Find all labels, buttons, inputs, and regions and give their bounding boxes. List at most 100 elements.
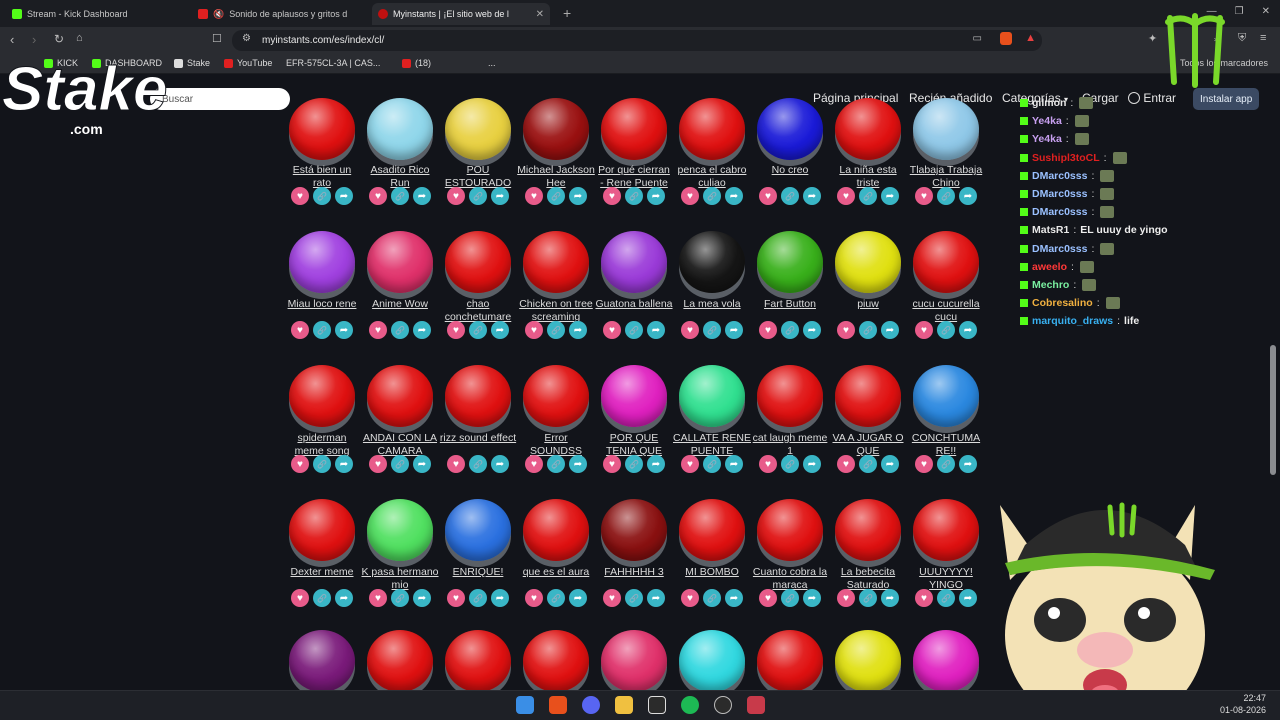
- chat-username[interactable]: Mechro: [1032, 276, 1069, 294]
- link-icon[interactable]: 🔗: [391, 321, 409, 339]
- link-icon[interactable]: 🔗: [469, 455, 487, 473]
- chat-username[interactable]: DMarc0sss: [1032, 167, 1087, 185]
- link-icon[interactable]: 🔗: [703, 187, 721, 205]
- heart-icon[interactable]: ♥: [681, 455, 699, 473]
- instant-play-button[interactable]: [523, 98, 589, 160]
- instant-title-link[interactable]: Fart Button: [751, 298, 829, 311]
- link-icon[interactable]: 🔗: [313, 455, 331, 473]
- instant-title-link[interactable]: La mea vola: [673, 298, 751, 311]
- home-icon[interactable]: ⌂: [76, 32, 83, 44]
- share-icon[interactable]: ➦: [569, 321, 587, 339]
- share-icon[interactable]: ➦: [803, 455, 821, 473]
- share-icon[interactable]: ➦: [335, 589, 353, 607]
- share-icon[interactable]: ➦: [803, 187, 821, 205]
- instant-play-button[interactable]: [601, 365, 667, 427]
- instant-play-button[interactable]: [757, 365, 823, 427]
- link-icon[interactable]: 🔗: [781, 589, 799, 607]
- share-icon[interactable]: ➦: [569, 187, 587, 205]
- share-icon[interactable]: ➦: [803, 321, 821, 339]
- instant-title-link[interactable]: Dexter meme: [283, 566, 361, 579]
- shield-icon[interactable]: ⛨: [1238, 32, 1246, 45]
- instant-play-button[interactable]: [913, 98, 979, 160]
- windows-start-icon[interactable]: [516, 696, 534, 714]
- heart-icon[interactable]: ♥: [369, 321, 387, 339]
- share-icon[interactable]: ➦: [725, 455, 743, 473]
- instant-play-button[interactable]: [523, 499, 589, 561]
- heart-icon[interactable]: ♥: [681, 321, 699, 339]
- instant-play-button[interactable]: [835, 98, 901, 160]
- bookmark-icon[interactable]: ☐: [212, 32, 222, 45]
- link-icon[interactable]: 🔗: [391, 589, 409, 607]
- instant-title-link[interactable]: Miau loco rene: [283, 298, 361, 311]
- heart-icon[interactable]: ♥: [291, 187, 309, 205]
- share-icon[interactable]: ➦: [959, 321, 977, 339]
- instant-play-button[interactable]: [835, 365, 901, 427]
- instant-play-button[interactable]: [913, 231, 979, 293]
- heart-icon[interactable]: ♥: [369, 589, 387, 607]
- maximize-icon[interactable]: ❐: [1235, 6, 1244, 17]
- instant-play-button[interactable]: [757, 231, 823, 293]
- share-icon[interactable]: ➦: [647, 321, 665, 339]
- heart-icon[interactable]: ♥: [915, 589, 933, 607]
- share-icon[interactable]: ➦: [803, 589, 821, 607]
- heart-icon[interactable]: ♥: [759, 455, 777, 473]
- link-icon[interactable]: 🔗: [859, 321, 877, 339]
- share-icon[interactable]: ➦: [335, 187, 353, 205]
- instant-play-button[interactable]: [289, 98, 355, 160]
- bookmark-casio[interactable]: EFR-575CL-3A | CAS...: [286, 58, 380, 68]
- heart-icon[interactable]: ♥: [525, 187, 543, 205]
- instant-play-button[interactable]: [601, 98, 667, 160]
- tab-aplausos[interactable]: 🔇 Sonido de aplausos y gritos d: [192, 3, 364, 25]
- link-icon[interactable]: 🔗: [313, 187, 331, 205]
- link-icon[interactable]: 🔗: [859, 455, 877, 473]
- share-icon[interactable]: ➦: [569, 455, 587, 473]
- link-icon[interactable]: 🔗: [547, 321, 565, 339]
- steam-icon[interactable]: [714, 696, 732, 714]
- heart-icon[interactable]: ♥: [447, 589, 465, 607]
- heart-icon[interactable]: ♥: [915, 187, 933, 205]
- instant-play-button[interactable]: [289, 365, 355, 427]
- link-icon[interactable]: 🔗: [547, 455, 565, 473]
- share-icon[interactable]: ➦: [725, 187, 743, 205]
- share-icon[interactable]: ➦: [491, 589, 509, 607]
- instant-play-button[interactable]: [367, 630, 433, 692]
- heart-icon[interactable]: ♥: [681, 187, 699, 205]
- instant-title-link[interactable]: Guatona ballena: [595, 298, 673, 311]
- instant-play-button[interactable]: [757, 630, 823, 692]
- share-icon[interactable]: ➦: [881, 187, 899, 205]
- heart-icon[interactable]: ♥: [603, 187, 621, 205]
- link-icon[interactable]: 🔗: [547, 187, 565, 205]
- heart-icon[interactable]: ♥: [447, 321, 465, 339]
- extensions-icon[interactable]: ✦: [1148, 32, 1157, 45]
- instant-play-button[interactable]: [679, 630, 745, 692]
- back-icon[interactable]: ‹: [10, 32, 14, 47]
- brave-browser-icon[interactable]: [549, 696, 567, 714]
- share-icon[interactable]: ➦: [491, 187, 509, 205]
- instant-play-button[interactable]: [523, 630, 589, 692]
- bookmark-more[interactable]: ...: [488, 58, 496, 68]
- menu-icon[interactable]: ≡: [1260, 32, 1266, 44]
- heart-icon[interactable]: ♥: [759, 187, 777, 205]
- heart-icon[interactable]: ♥: [603, 321, 621, 339]
- instant-play-button[interactable]: [445, 499, 511, 561]
- chat-username[interactable]: aweelo: [1032, 258, 1067, 276]
- share-icon[interactable]: ➦: [881, 321, 899, 339]
- chat-username[interactable]: MatsR1: [1032, 221, 1069, 239]
- instant-play-button[interactable]: [367, 98, 433, 160]
- bookmark-youtube[interactable]: YouTube: [224, 58, 272, 68]
- instant-play-button[interactable]: [601, 499, 667, 561]
- share-icon[interactable]: ➦: [725, 321, 743, 339]
- link-icon[interactable]: 🔗: [703, 589, 721, 607]
- link-icon[interactable]: 🔗: [625, 455, 643, 473]
- new-tab-button[interactable]: +: [563, 5, 571, 21]
- instant-play-button[interactable]: [913, 365, 979, 427]
- instant-play-button[interactable]: [523, 365, 589, 427]
- link-icon[interactable]: 🔗: [547, 589, 565, 607]
- link-icon[interactable]: 🔗: [781, 455, 799, 473]
- heart-icon[interactable]: ♥: [291, 321, 309, 339]
- cast-icon[interactable]: ▭: [973, 33, 982, 44]
- page-scrollbar-thumb[interactable]: [1270, 345, 1276, 475]
- link-icon[interactable]: 🔗: [625, 321, 643, 339]
- instant-title-link[interactable]: ENRIQUE!: [439, 566, 517, 579]
- heart-icon[interactable]: ♥: [837, 455, 855, 473]
